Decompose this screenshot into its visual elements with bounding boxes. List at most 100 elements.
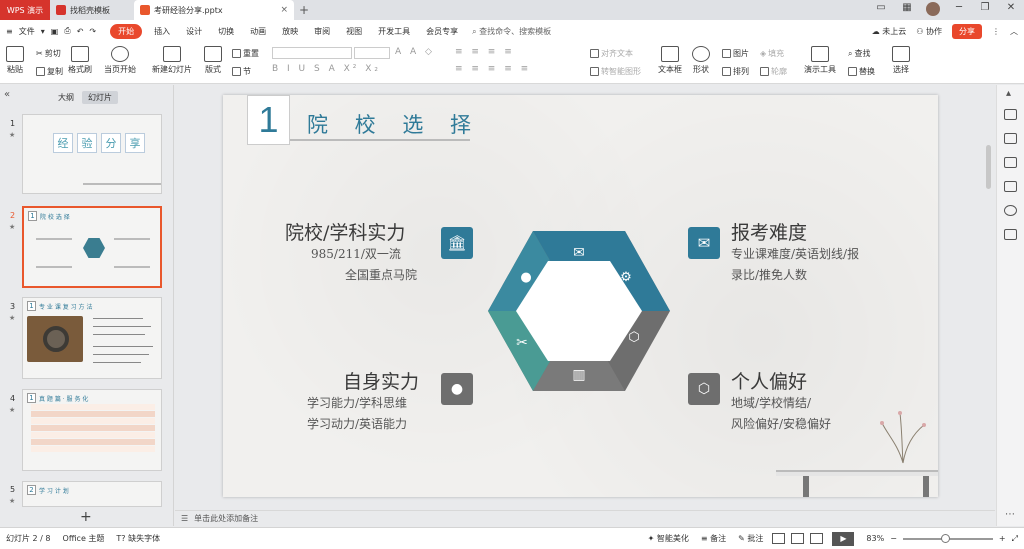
tab-wps[interactable]: WPS 演示 [0,0,50,20]
notes-toggle-button[interactable]: ≡ 备注 [695,533,732,544]
box-icon-box[interactable]: ⬡ [688,373,720,405]
reset-button[interactable]: 重置 [232,48,259,59]
font-style-buttons[interactable]: B I U S A X² X₂ [272,64,381,74]
zoom-out-button[interactable]: − [890,534,897,543]
menu-insert[interactable]: 插入 [146,26,178,37]
block1-line1[interactable]: 985/211/双一流 [311,244,401,265]
slide-thumbnail-2[interactable]: 1院 校 选 择 [22,206,162,288]
block4-heading[interactable]: 个人偏好 [731,367,807,394]
menu-design[interactable]: 设计 [178,26,210,37]
more-tools-icon[interactable]: ⋯ [1005,509,1015,520]
current-slide[interactable]: 1 院 校 选 择 ✉ ⚙ ● ✂ ⬡ ▥ 院校/学科实力 985/211/双一… [223,95,938,497]
close-window-button[interactable]: ✕ [1004,2,1018,16]
file-menu[interactable]: 文件 [19,26,35,37]
cloud-status[interactable]: ☁ 未上云 [872,26,907,37]
block3-line2[interactable]: 学习动力/英语能力 [307,414,407,435]
collapse-panel-icon[interactable]: « [4,89,10,100]
slide-thumbnail-3[interactable]: 1专 业 课 复 习 方 法 [22,297,162,379]
align-buttons[interactable]: ≡ ≡ ≡ ≡ ≡ [455,64,531,74]
block4-line1[interactable]: 地域/学校情结/ [731,393,811,414]
command-search[interactable]: ⌕ 查找命令、搜索模板 [472,26,551,37]
tab-slides[interactable]: 幻灯片 [82,91,118,104]
close-tab-icon[interactable]: × [280,5,288,15]
slide-thumbnail-1[interactable]: 经 验 分 享 [22,114,162,194]
textbox-button[interactable]: 文本框 [658,46,682,75]
slideshow-button[interactable]: ▶ [832,531,855,546]
menu-start[interactable]: 开始 [110,23,143,39]
redo-icon[interactable]: ↷ [89,27,96,36]
new-tab-button[interactable]: + [294,0,314,20]
shape-button[interactable]: 形状 [692,46,710,75]
menu-animation[interactable]: 动画 [242,26,274,37]
smart-beautify-button[interactable]: ✦ 智能美化 [642,533,695,544]
notes-bar[interactable]: ☰ 单击此处添加备注 [175,510,995,526]
design-pane-icon[interactable] [1004,157,1017,168]
animation-pane-icon[interactable] [1004,109,1017,120]
slide-sorter-view-button[interactable] [791,533,805,544]
undo-icon[interactable]: ↶ [77,27,84,36]
restore-button[interactable]: ❐ [978,2,992,16]
menu-transition[interactable]: 切换 [210,26,242,37]
chat-icon-box[interactable]: ● [441,373,473,405]
block1-heading[interactable]: 院校/学科实力 [285,218,405,245]
copy-button[interactable]: 复制 [36,66,63,77]
collab-button[interactable]: ⚇ 协作 [916,26,942,37]
paste-button[interactable]: 粘贴 [6,46,24,75]
new-slide-button[interactable]: 新建幻灯片 [152,46,192,75]
convert-smartart-button[interactable]: 转智能图形 [590,66,641,77]
menu-slideshow[interactable]: 放映 [274,26,306,37]
arrange-button[interactable]: 排列 [722,66,749,77]
backup-pane-icon[interactable] [1004,229,1017,240]
align-text-button[interactable]: 对齐文本 [590,48,633,59]
layout-button[interactable]: 版式 [204,46,222,75]
grid-icon[interactable]: ▦ [900,2,914,16]
file-dropdown-icon[interactable]: ▾ [41,27,45,36]
minimize-button[interactable]: ─ [952,2,966,16]
missing-font-button[interactable]: T? 缺失字体 [110,533,166,544]
select-button[interactable]: 选择 [892,46,910,75]
menu-member[interactable]: 会员专享 [418,26,466,37]
slide-thumbnail-5[interactable]: 2学 习 计 划 [22,481,162,507]
section-button[interactable]: 节 [232,66,251,77]
menu-review[interactable]: 审阅 [306,26,338,37]
font-name-select[interactable] [272,47,352,59]
mail-icon-box[interactable]: ✉ [688,227,720,259]
save-icon[interactable]: ▣ [51,27,59,36]
block3-heading[interactable]: 自身实力 [343,367,419,394]
zoom-level[interactable]: 83% [860,534,890,543]
block2-heading[interactable]: 报考难度 [731,218,807,245]
comments-toggle-button[interactable]: ✎ 批注 [732,533,769,544]
play-from-current-button[interactable]: 当页开始 [104,46,136,75]
fit-window-icon[interactable]: ⤢ [1006,534,1024,544]
replace-button[interactable]: 替换 [848,66,875,77]
block3-line1[interactable]: 学习能力/学科思维 [307,393,407,414]
list-buttons[interactable]: ≡ ≡ ≡ ≡ [455,47,515,57]
block4-line2[interactable]: 风险偏好/安稳偏好 [731,414,831,435]
location-pane-icon[interactable] [1004,205,1017,216]
format-painter-button[interactable]: 格式刷 [68,46,92,75]
find-button[interactable]: ⌕ 查找 [848,48,870,59]
block2-line1[interactable]: 专业课难度/英语划线/报 [731,244,859,265]
outline-button[interactable]: 轮廓 [760,66,787,77]
normal-view-button[interactable] [772,533,786,544]
menu-developer[interactable]: 开发工具 [370,26,418,37]
zoom-slider-knob[interactable] [940,533,950,543]
collapse-ribbon-icon[interactable]: ︿ [1010,26,1018,37]
fill-button[interactable]: ◈ 填充 [760,48,784,59]
cut-button[interactable]: ✂ 剪切 [36,48,61,59]
transition-pane-icon[interactable] [1004,133,1017,144]
add-slide-button[interactable]: + [80,509,92,525]
slide-thumbnail-4[interactable]: 1真 题 篇 · 服 务 化 [22,389,162,471]
tab-outline[interactable]: 大纲 [52,91,80,104]
zoom-slider[interactable] [902,533,993,543]
block1-line2[interactable]: 全国重点马院 [345,265,417,286]
reading-view-button[interactable] [810,533,824,544]
print-icon[interactable]: ⎙ [64,26,70,36]
tab-document[interactable]: 考研经验分享.pptx × [134,0,294,20]
scroll-up-icon[interactable]: ▴ [1006,88,1011,99]
avatar[interactable] [926,2,940,16]
vertical-scrollbar[interactable] [986,145,991,189]
picture-button[interactable]: 图片 [722,48,749,59]
slide-number-box[interactable]: 1 [247,95,290,145]
layout-icon[interactable]: ▭ [874,2,888,16]
